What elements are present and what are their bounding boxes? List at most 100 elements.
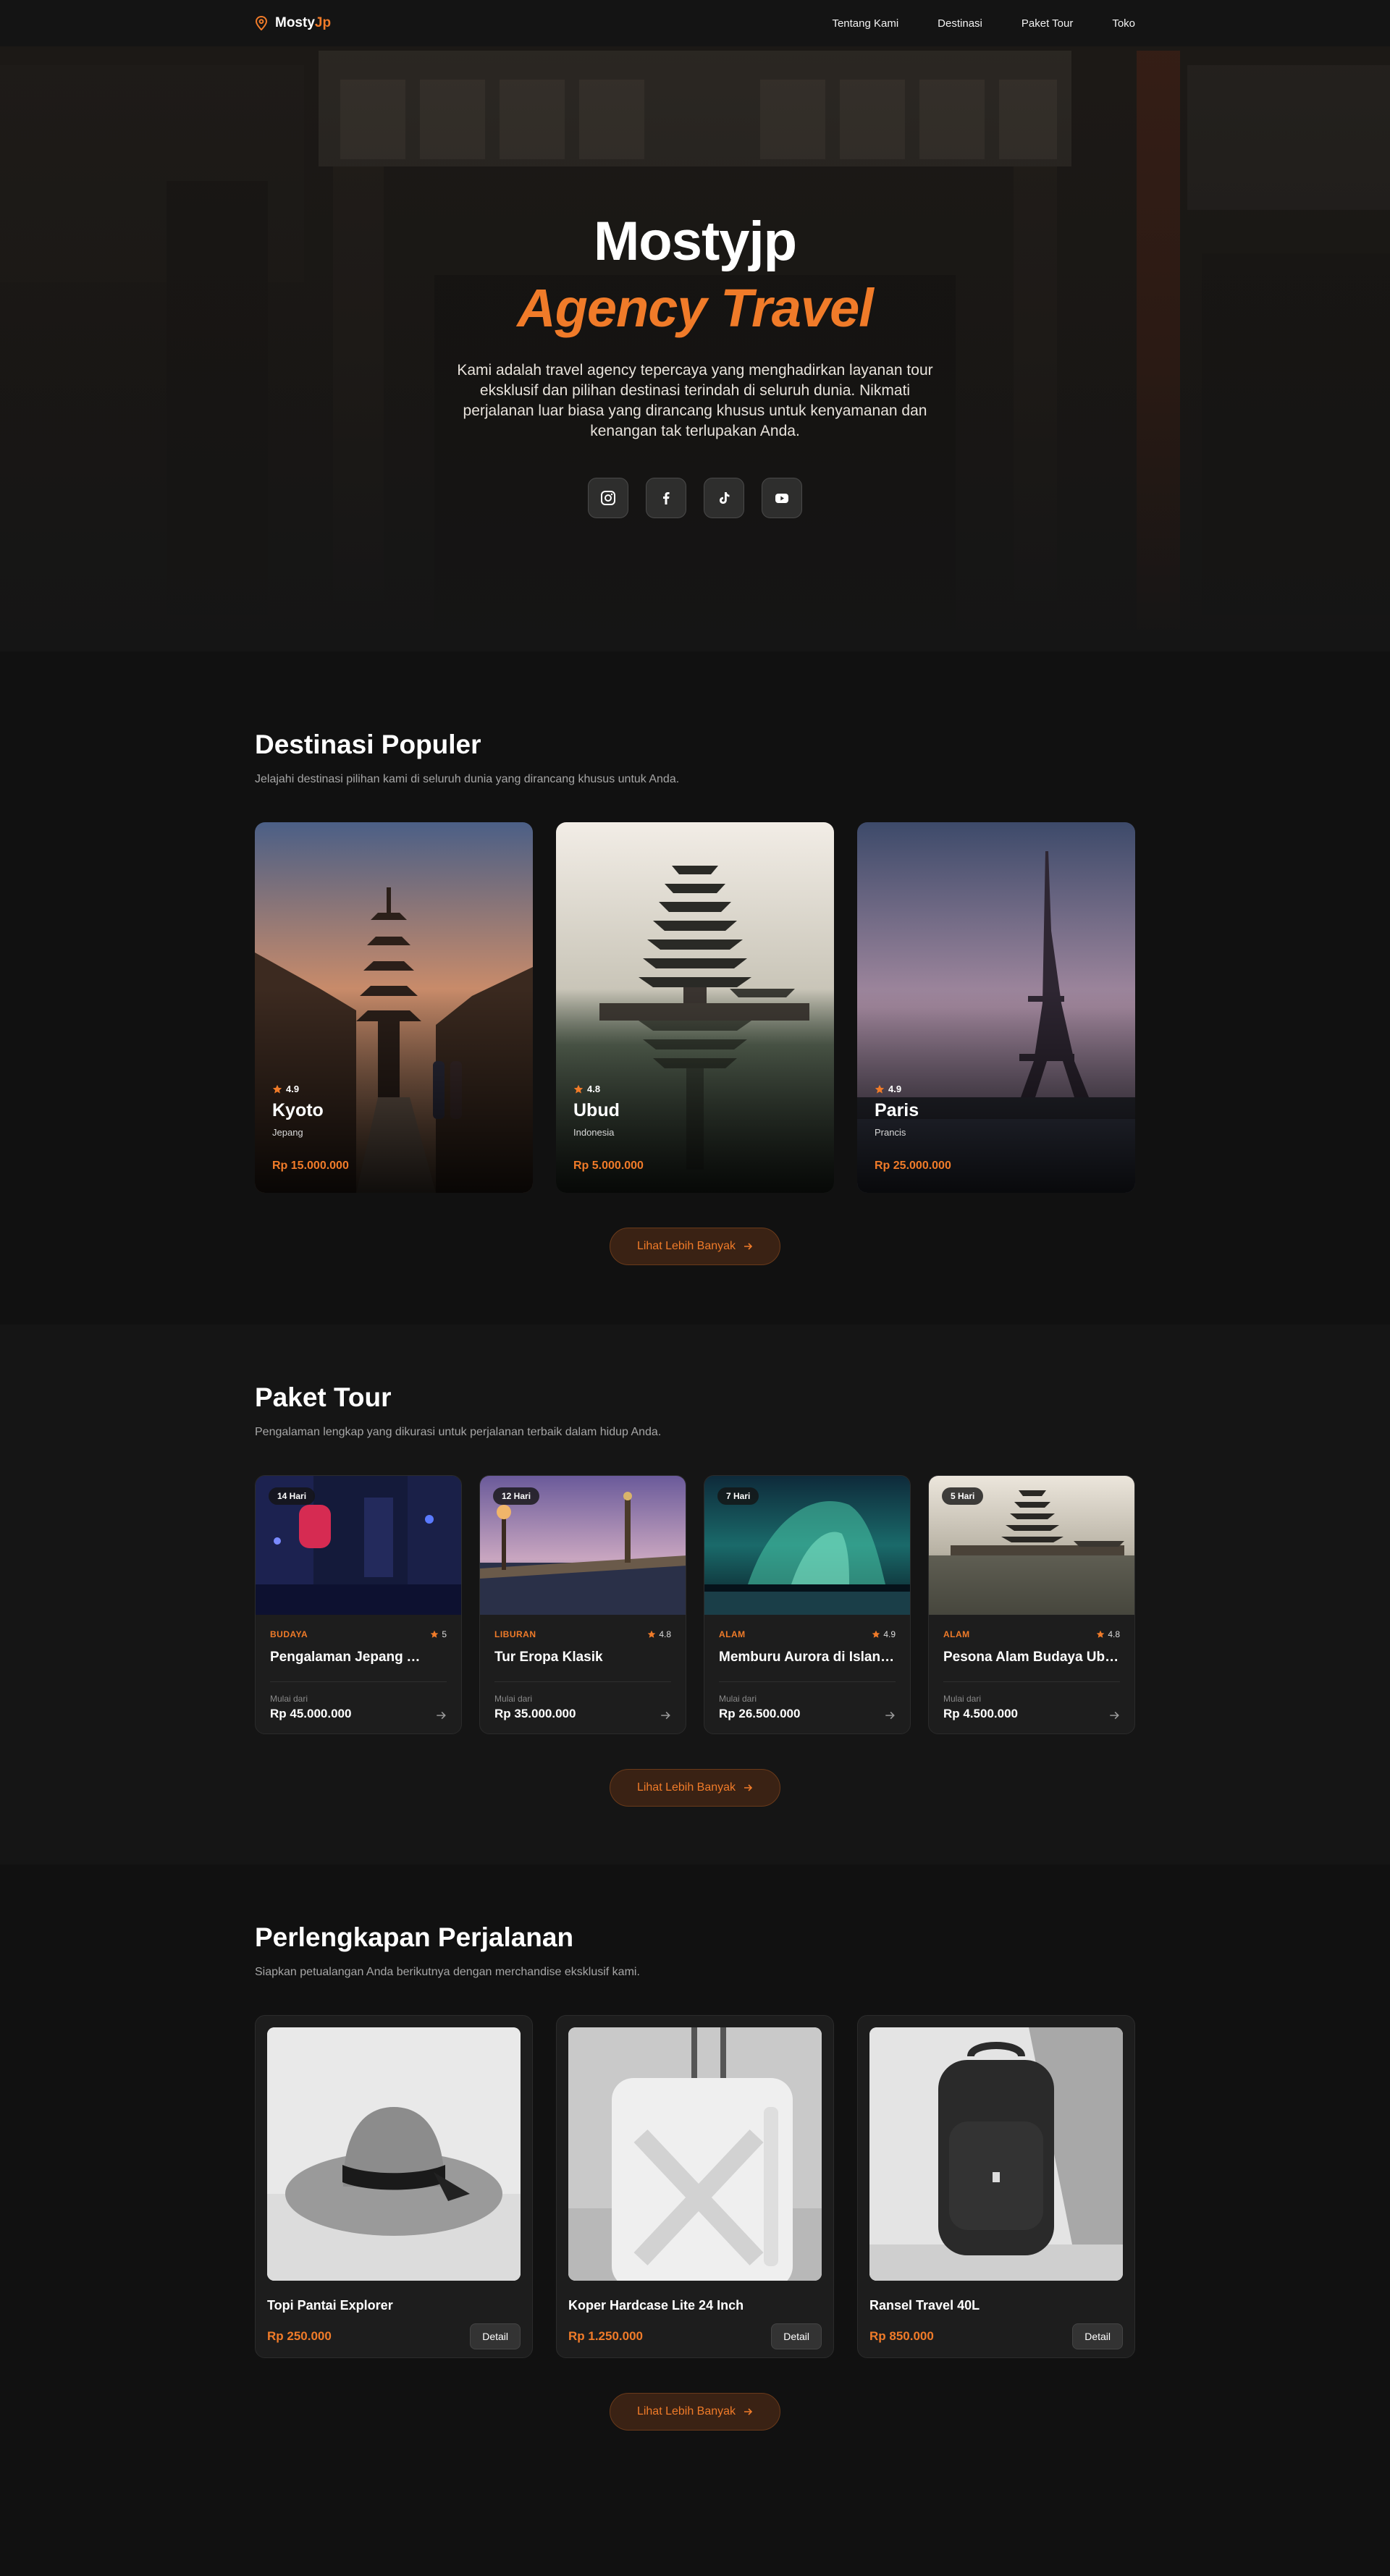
instagram-icon bbox=[601, 491, 615, 505]
instagram-button[interactable] bbox=[588, 478, 628, 518]
brand-accent: Jp bbox=[314, 15, 332, 30]
tours-section: Paket Tour Pengalaman lengkap yang dikur… bbox=[0, 1325, 1390, 1865]
tour-rating: 4.8 bbox=[1096, 1629, 1120, 1639]
product-price: Rp 250.000 bbox=[267, 2329, 332, 2343]
hero-title: Mostyjp bbox=[593, 211, 797, 272]
star-icon bbox=[875, 1084, 885, 1094]
destinations-more-button[interactable]: Lihat Lebih Banyak bbox=[610, 1228, 780, 1265]
destination-name: Paris bbox=[875, 1100, 919, 1120]
destination-price: Rp 25.000.000 bbox=[875, 1160, 951, 1172]
destination-name: Kyoto bbox=[272, 1100, 324, 1120]
gear-description: Siapkan petualangan Anda berikutnya deng… bbox=[255, 1966, 640, 1978]
backpack-image bbox=[869, 2027, 1123, 2281]
star-icon bbox=[647, 1630, 656, 1638]
detail-button[interactable]: Detail bbox=[771, 2323, 822, 2349]
tour-rating: 4.9 bbox=[872, 1629, 896, 1639]
gear-more-button[interactable]: Lihat Lebih Banyak bbox=[610, 2393, 780, 2431]
detail-button[interactable]: Detail bbox=[470, 2323, 521, 2349]
rating: 4.9 bbox=[875, 1084, 1118, 1094]
tour-card-japan[interactable]: 14 Hari BUDAYA 5 Pengalaman Jepang Auten… bbox=[255, 1475, 462, 1734]
suitcase-image bbox=[568, 2027, 822, 2281]
product-name: Koper Hardcase Lite 24 Inch bbox=[568, 2298, 744, 2313]
tiktok-icon bbox=[720, 492, 730, 504]
youtube-icon bbox=[775, 494, 788, 503]
product-name: Topi Pantai Explorer bbox=[267, 2298, 393, 2313]
rating-value: 5 bbox=[442, 1629, 447, 1639]
destination-country: Indonesia bbox=[573, 1127, 615, 1138]
nav-link-tours[interactable]: Paket Tour bbox=[1022, 17, 1073, 30]
tour-price: Rp 35.000.000 bbox=[494, 1707, 576, 1720]
tour-card-europe[interactable]: 12 Hari LIBURAN 4.8 Tur Eropa Klasik Mul… bbox=[479, 1475, 686, 1734]
destinations-section: Destinasi Populer Jelajahi destinasi pil… bbox=[0, 651, 1390, 1325]
price-from-label: Mulai dari bbox=[719, 1694, 757, 1704]
rating-value: 4.8 bbox=[587, 1084, 601, 1094]
hat-image bbox=[267, 2027, 521, 2281]
social-links bbox=[0, 478, 1390, 518]
tours-description: Pengalaman lengkap yang dikurasi untuk p… bbox=[255, 1426, 662, 1438]
tour-category: LIBURAN bbox=[494, 1629, 536, 1639]
facebook-button[interactable] bbox=[646, 478, 686, 518]
arrow-right-icon bbox=[744, 2408, 753, 2415]
destination-name: Ubud bbox=[573, 1100, 620, 1120]
tour-duration-badge: 7 Hari bbox=[717, 1487, 759, 1505]
more-label: Lihat Lebih Banyak bbox=[636, 2405, 736, 2417]
tiktok-button[interactable] bbox=[704, 478, 744, 518]
arrow-right-icon bbox=[744, 1784, 753, 1791]
arrow-right-icon[interactable] bbox=[884, 1710, 896, 1721]
tour-price: Rp 4.500.000 bbox=[943, 1707, 1019, 1720]
star-icon bbox=[272, 1084, 282, 1094]
tour-rating: 5 bbox=[430, 1629, 447, 1639]
tour-category: ALAM bbox=[943, 1629, 970, 1639]
tour-duration-badge: 5 Hari bbox=[942, 1487, 984, 1505]
tour-category: ALAM bbox=[719, 1629, 746, 1639]
product-card-backpack: Ransel Travel 40L Rp 850.000 Detail bbox=[857, 2015, 1135, 2358]
destination-card-paris[interactable]: 4.9 Paris Prancis Rp 25.000.000 bbox=[857, 822, 1135, 1193]
hero-subtitle: Agency Travel bbox=[517, 278, 874, 338]
rating: 4.9 bbox=[272, 1084, 515, 1094]
nav-link-about[interactable]: Tentang Kami bbox=[832, 17, 898, 30]
rating: 4.8 bbox=[573, 1084, 817, 1094]
top-navbar: MostyJp Tentang Kami Destinasi Paket Tou… bbox=[0, 0, 1390, 46]
destination-country: Jepang bbox=[272, 1127, 303, 1138]
tour-name: Pengalaman Jepang Autentik bbox=[270, 1650, 422, 1665]
rating-value: 4.8 bbox=[659, 1629, 671, 1639]
tour-card-iceland[interactable]: 7 Hari ALAM 4.9 Memburu Aurora di Island… bbox=[704, 1475, 911, 1734]
rating-value: 4.9 bbox=[883, 1629, 896, 1639]
rating-value: 4.8 bbox=[1108, 1629, 1120, 1639]
rating-value: 4.9 bbox=[286, 1084, 300, 1094]
hero-description: Kami adalah travel agency tepercaya yang… bbox=[457, 362, 933, 439]
location-pin-icon bbox=[255, 16, 268, 30]
nav-link-shop[interactable]: Toko bbox=[1112, 17, 1135, 30]
destination-price: Rp 15.000.000 bbox=[272, 1160, 349, 1172]
gear-title: Perlengkapan Perjalanan bbox=[255, 1922, 574, 1952]
product-price: Rp 850.000 bbox=[869, 2329, 934, 2343]
nav-link-destinations[interactable]: Destinasi bbox=[938, 17, 982, 30]
product-card-hat: Topi Pantai Explorer Rp 250.000 Detail bbox=[255, 2015, 533, 2358]
destinations-description: Jelajahi destinasi pilihan kami di selur… bbox=[255, 773, 680, 785]
destination-card-ubud[interactable]: 4.8 Ubud Indonesia Rp 5.000.000 bbox=[556, 822, 834, 1193]
star-icon bbox=[430, 1630, 439, 1638]
brand-name: Mosty bbox=[275, 15, 315, 30]
arrow-right-icon[interactable] bbox=[660, 1710, 671, 1721]
brand-logo[interactable]: MostyJp bbox=[255, 15, 331, 31]
tours-title: Paket Tour bbox=[255, 1382, 392, 1412]
destination-price: Rp 5.000.000 bbox=[573, 1160, 644, 1172]
tour-duration-badge: 14 Hari bbox=[269, 1487, 316, 1505]
star-icon bbox=[872, 1630, 880, 1638]
destination-country: Prancis bbox=[875, 1127, 906, 1138]
arrow-right-icon bbox=[744, 1243, 753, 1250]
destinations-title: Destinasi Populer bbox=[255, 730, 481, 759]
product-card-suitcase: Koper Hardcase Lite 24 Inch Rp 1.250.000… bbox=[556, 2015, 834, 2358]
tour-category: BUDAYA bbox=[270, 1629, 308, 1639]
arrow-right-icon[interactable] bbox=[1108, 1710, 1120, 1721]
youtube-button[interactable] bbox=[762, 478, 802, 518]
detail-button[interactable]: Detail bbox=[1072, 2323, 1123, 2349]
price-from-label: Mulai dari bbox=[270, 1694, 308, 1704]
destination-card-kyoto[interactable]: 4.9 Kyoto Jepang Rp 15.000.000 bbox=[255, 822, 533, 1193]
tour-name: Pesona Alam Budaya Ubud bbox=[943, 1650, 1120, 1665]
tours-more-button[interactable]: Lihat Lebih Banyak bbox=[610, 1769, 780, 1807]
tour-name: Tur Eropa Klasik bbox=[494, 1650, 603, 1665]
arrow-right-icon[interactable] bbox=[435, 1710, 447, 1721]
tour-card-ubud[interactable]: 5 Hari ALAM 4.8 Pesona Alam Budaya Ubud bbox=[928, 1475, 1135, 1734]
tour-rating: 4.8 bbox=[647, 1629, 671, 1639]
